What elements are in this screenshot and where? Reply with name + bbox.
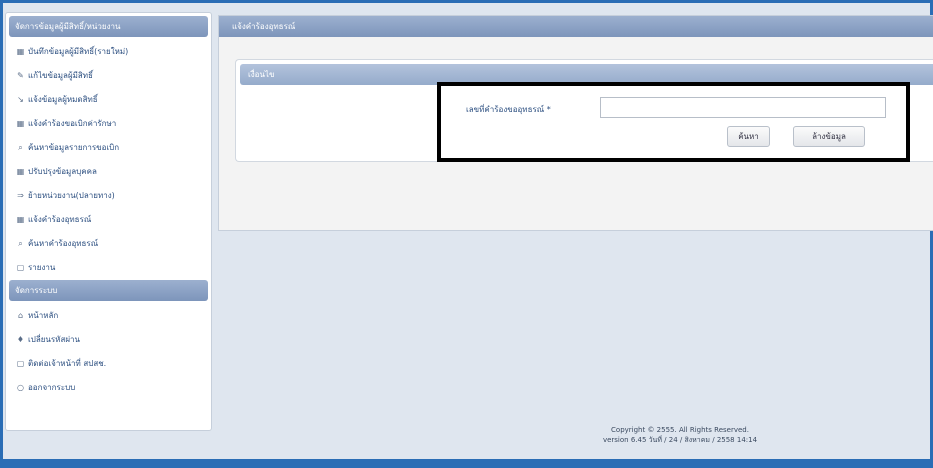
sidebar-item-data-0[interactable]: ▦ บันทึกข้อมูลผู้มีสิทธิ์(รายใหม่)	[6, 40, 211, 64]
sidebar-item-data-5[interactable]: ▦ ปรับปรุงข้อมูลบุคคล	[6, 160, 211, 184]
search-button[interactable]: ค้นหา	[727, 126, 770, 147]
sidebar-item-data-1[interactable]: ✎ แก้ไขข้อมูลผู้มีสิทธิ์	[6, 64, 211, 88]
sidebar-item-data-3[interactable]: ▦ แจ้งคำร้องขอเบิกค่ารักษา	[6, 112, 211, 136]
grid-icon: ▦	[16, 167, 25, 176]
sidebar-item-system-0[interactable]: ⌂ หน้าหลัก	[6, 304, 211, 328]
home-icon: ⌂	[17, 311, 24, 320]
transfer-icon: ⇒	[17, 191, 24, 200]
sidebar-item-data-6[interactable]: ⇒ ย้ายหน่วยงาน(ปลายทาง)	[6, 184, 211, 208]
sidebar-item-data-9[interactable]: ▢ รายงาน	[6, 256, 211, 280]
sidebar-item-label: แจ้งคำร้องขอเบิกค่ารักษา	[28, 119, 117, 128]
sidebar-item-system-1[interactable]: ♦ เปลี่ยนรหัสผ่าน	[6, 328, 211, 352]
footer: Copyright © 2555. All Rights Reserved. v…	[540, 425, 820, 445]
sidebar-item-label: ออกจากระบบ	[28, 383, 76, 392]
sidebar-item-data-7[interactable]: ▦ แจ้งคำร้องอุทธรณ์	[6, 208, 211, 232]
sidebar-item-label: ปรับปรุงข้อมูลบุคคล	[28, 167, 97, 176]
sidebar-item-label: แจ้งข้อมูลผู้หมดสิทธิ์	[28, 95, 98, 104]
sidebar-item-data-8[interactable]: ⌕ ค้นหาคำร้องอุทธรณ์	[6, 232, 211, 256]
copyright-text: Copyright © 2555. All Rights Reserved.	[611, 426, 749, 434]
pencil-icon: ✎	[17, 71, 24, 80]
search-icon: ⌕	[18, 143, 23, 152]
grid-icon: ▦	[16, 47, 25, 56]
version-text: version 6.45 วันที่ / 24 / สิงหาคม / 255…	[602, 436, 758, 444]
grid-icon: ▦	[16, 215, 25, 224]
appeal-number-input[interactable]	[600, 97, 886, 118]
search-icon: ⌕	[18, 239, 23, 248]
sidebar-item-label: ค้นหาข้อมูลรายการขอเบิก	[28, 143, 120, 152]
logout-icon: ○	[17, 383, 24, 392]
key-icon: ♦	[16, 335, 25, 344]
sidebar-item-label: แจ้งคำร้องอุทธรณ์	[28, 215, 92, 224]
frame-bottom-bar	[0, 459, 933, 468]
sidebar-item-label: หน้าหลัก	[28, 311, 59, 320]
sidebar-section-header-data: จัดการข้อมูลผู้มีสิทธิ์/หน่วยงาน	[9, 16, 208, 37]
clear-button[interactable]: ล้างข้อมูล	[793, 126, 865, 147]
contact-icon: ▢	[16, 359, 25, 368]
sidebar-item-data-4[interactable]: ⌕ ค้นหาข้อมูลรายการขอเบิก	[6, 136, 211, 160]
sidebar-item-label: บันทึกข้อมูลผู้มีสิทธิ์(รายใหม่)	[28, 47, 129, 56]
sidebar-item-label: เปลี่ยนรหัสผ่าน	[28, 335, 80, 344]
page-title: แจ้งคำร้องอุทธรณ์	[219, 16, 933, 37]
sidebar-item-label: ย้ายหน่วยงาน(ปลายทาง)	[28, 191, 115, 200]
sidebar-item-system-2[interactable]: ▢ ติดต่อเจ้าหน้าที่ สปสช.	[6, 352, 211, 376]
report-icon: ▢	[16, 263, 25, 272]
sidebar-item-label: ค้นหาคำร้องอุทธรณ์	[28, 239, 99, 248]
appeal-number-label: เลขที่คำร้องขออุทธรณ์ *	[466, 105, 551, 114]
sidebar: จัดการข้อมูลผู้มีสิทธิ์/หน่วยงาน ▦ บันทึก…	[5, 12, 212, 431]
sidebar-item-label: ติดต่อเจ้าหน้าที่ สปสช.	[28, 359, 107, 368]
arrow-icon: ↘	[17, 95, 24, 104]
sidebar-item-system-3[interactable]: ○ ออกจากระบบ	[6, 376, 211, 400]
sidebar-section-header-system: จัดการระบบ	[9, 280, 208, 301]
highlight-box	[437, 82, 910, 162]
sidebar-item-data-2[interactable]: ↘ แจ้งข้อมูลผู้หมดสิทธิ์	[6, 88, 211, 112]
sidebar-item-label: แก้ไขข้อมูลผู้มีสิทธิ์	[28, 71, 93, 80]
grid-icon: ▦	[16, 119, 25, 128]
sidebar-item-label: รายงาน	[28, 263, 56, 272]
